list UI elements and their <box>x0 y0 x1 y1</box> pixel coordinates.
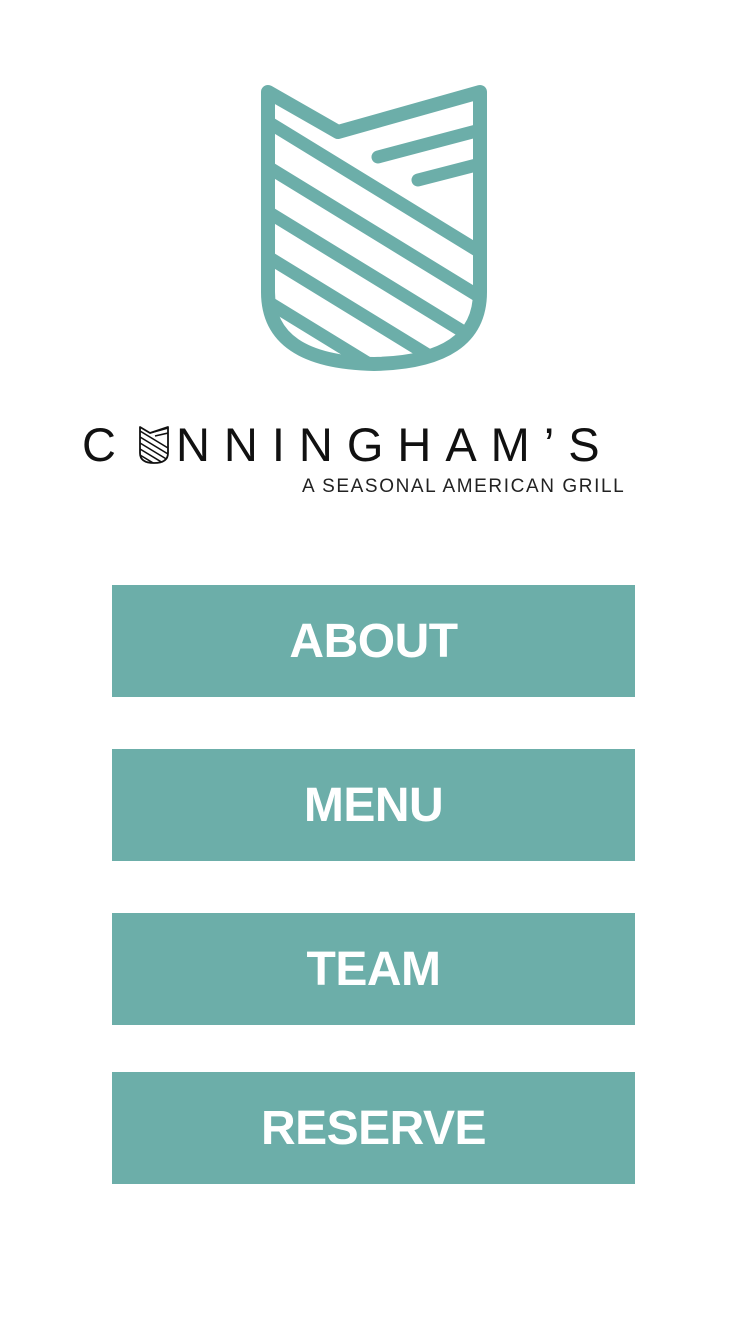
reserve-button[interactable]: RESERVE <box>112 1072 635 1184</box>
wordmark-rest: NNINGHAM’S <box>175 418 614 471</box>
wordmark-letter-c: C <box>82 418 130 471</box>
striped-shield-icon <box>261 85 487 371</box>
brand-wordmark: C NNINGHAM’S <box>82 420 672 470</box>
home-screen: C NNINGHAM’S A SEASONAL AMERICAN GRILL AB… <box>0 0 750 1334</box>
menu-button[interactable]: MENU <box>112 749 635 861</box>
team-button[interactable]: TEAM <box>112 913 635 1025</box>
brand-tagline: A SEASONAL AMERICAN GRILL <box>302 476 626 497</box>
mini-shield-icon <box>139 426 169 464</box>
about-button[interactable]: ABOUT <box>112 585 635 697</box>
